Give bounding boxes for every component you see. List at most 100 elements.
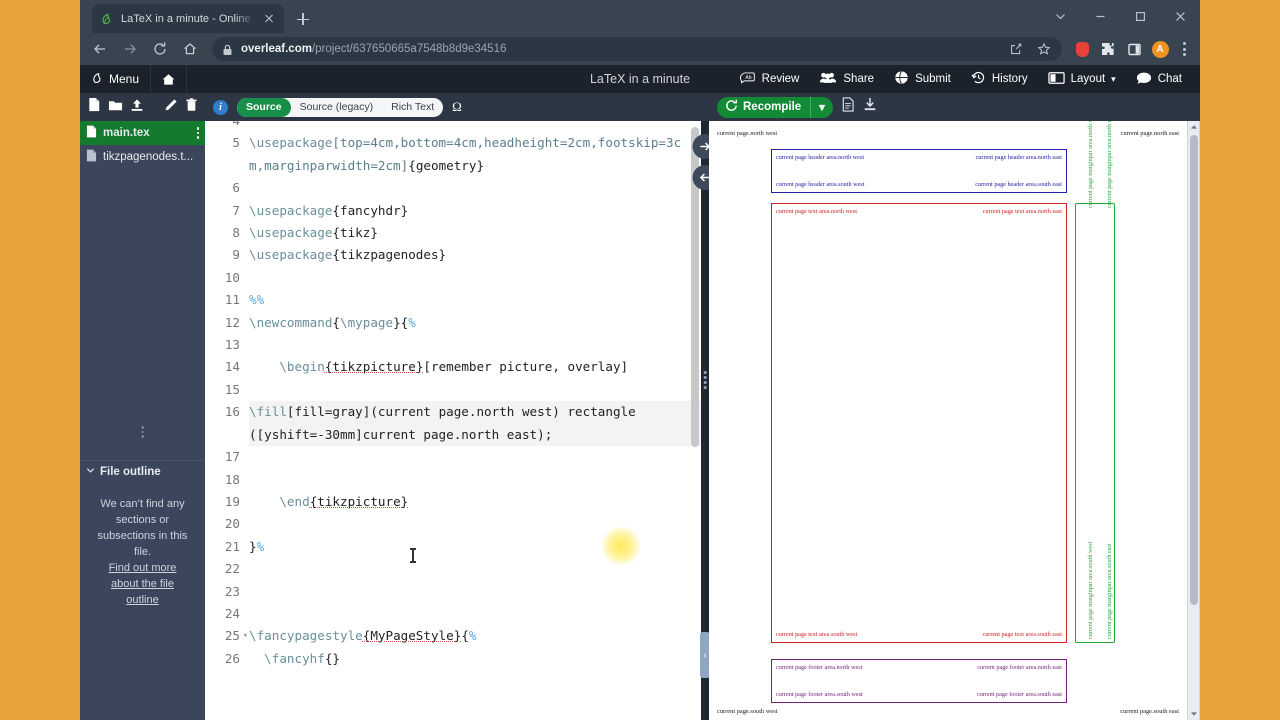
- forward-arrow-icon[interactable]: [116, 35, 144, 63]
- scroll-up-icon[interactable]: [1188, 121, 1200, 133]
- home-icon[interactable]: [176, 35, 204, 63]
- code-line[interactable]: 20: [205, 513, 701, 536]
- code-line[interactable]: 15: [205, 378, 701, 402]
- line-number: 17: [205, 446, 249, 469]
- address-bar[interactable]: overleaf.com/project/637650665a7548b8d9e…: [212, 37, 1062, 61]
- code-line[interactable]: 5 \usepackage[top=4cm,bottom=4cm,headheig…: [205, 132, 701, 178]
- pdf-label-header-se: current page header area.south east: [975, 181, 1062, 188]
- code-line[interactable]: 11%%: [205, 289, 701, 312]
- layout-button[interactable]: Layout ▾: [1038, 65, 1126, 93]
- code-line[interactable]: 12 \newcommand{\mypage}{%: [205, 311, 701, 335]
- rename-pencil-icon[interactable]: [164, 98, 178, 117]
- recompile-options-caret[interactable]: ▾: [810, 96, 833, 118]
- code-line[interactable]: 13: [205, 334, 701, 357]
- code-line[interactable]: 17: [205, 446, 701, 469]
- kebab-menu-icon[interactable]: [196, 127, 199, 139]
- star-icon[interactable]: [1032, 37, 1056, 61]
- code-line[interactable]: 10: [205, 266, 701, 290]
- reload-icon[interactable]: [146, 35, 174, 63]
- tab-rich-text[interactable]: Rich Text: [382, 98, 443, 117]
- chevron-down-icon[interactable]: [1040, 0, 1080, 33]
- avatar[interactable]: A: [1148, 37, 1172, 61]
- code-line[interactable]: 9 \usepackage{tikzpagenodes}: [205, 244, 701, 267]
- code-line[interactable]: 14 \begin{tikzpicture}[remember picture,…: [205, 356, 701, 379]
- code-line[interactable]: 8 \usepackage{tikz}: [205, 222, 701, 245]
- line-number: 13: [205, 334, 249, 357]
- new-tab-button[interactable]: [292, 8, 314, 30]
- code-line-text: [249, 446, 701, 468]
- minimize-icon[interactable]: [1080, 0, 1120, 33]
- fold-toggle-icon[interactable]: ▾: [243, 625, 248, 647]
- history-button[interactable]: History: [961, 65, 1038, 93]
- recompile-main[interactable]: Recompile: [717, 97, 810, 118]
- kebab-menu-icon[interactable]: [1174, 42, 1194, 56]
- code-line[interactable]: 23: [205, 580, 701, 603]
- file-tree-item-main-tex[interactable]: main.tex: [80, 121, 205, 145]
- review-button[interactable]: Ab Review: [729, 65, 810, 93]
- code-line[interactable]: 16 \fill[fill=gray](current page.north we…: [205, 401, 701, 447]
- code-line-text: [249, 334, 701, 356]
- overleaf-menu-button[interactable]: Menu: [80, 65, 152, 93]
- recompile-refresh-icon: [725, 99, 738, 115]
- share-button[interactable]: Share: [809, 65, 884, 93]
- new-folder-icon[interactable]: [108, 98, 123, 117]
- close-icon[interactable]: [262, 12, 276, 26]
- pane-divider[interactable]: ›: [692, 121, 718, 720]
- pdf-scrollbar-thumb[interactable]: [1190, 135, 1198, 605]
- symbol-palette-icon[interactable]: Ω: [452, 99, 462, 115]
- code-line[interactable]: 25 ▾ \fancypagestyle{MyPageStyle}{%: [205, 625, 701, 648]
- share-label: Share: [843, 73, 875, 85]
- share-icon[interactable]: [1004, 37, 1028, 61]
- drag-grip-icon[interactable]: [141, 426, 144, 438]
- home-icon[interactable]: [151, 65, 188, 93]
- pdf-label-footer-ne: current page footer area.north east: [977, 664, 1062, 671]
- code-line-text: [249, 177, 701, 199]
- code-editor[interactable]: 4 5\usepackage[top=4cm,bottom=4cm,headhe…: [205, 121, 701, 720]
- download-pdf-icon[interactable]: [863, 97, 877, 117]
- code-line[interactable]: 6: [205, 177, 701, 200]
- file-outline-link[interactable]: Find out more about the file outline: [96, 560, 189, 608]
- recompile-button[interactable]: Recompile ▾: [717, 96, 833, 118]
- upload-icon[interactable]: [130, 98, 144, 117]
- code-line[interactable]: 18: [205, 468, 701, 491]
- pdf-preview-panel[interactable]: current page.north west current page.nor…: [709, 121, 1200, 720]
- drag-grip-icon[interactable]: [703, 371, 707, 389]
- maximize-icon[interactable]: [1120, 0, 1160, 33]
- new-file-icon[interactable]: [87, 97, 101, 117]
- code-line[interactable]: 4: [205, 121, 701, 133]
- code-line[interactable]: 7 \usepackage{fancyhdr}: [205, 199, 701, 223]
- overleaf-secondary-toolbar: i Source Source (legacy) Rich Text Ω Rec…: [80, 93, 1200, 121]
- overleaf-logo-icon: [91, 71, 104, 88]
- chat-button[interactable]: Chat: [1126, 65, 1192, 93]
- line-number: 22: [205, 558, 249, 581]
- delete-trash-icon[interactable]: [185, 97, 198, 117]
- code-line[interactable]: 26 \fancyhf{}: [205, 647, 701, 671]
- pdf-scrollbar[interactable]: [1187, 121, 1199, 720]
- code-line[interactable]: 22: [205, 558, 701, 581]
- submit-button[interactable]: Submit: [884, 65, 961, 93]
- adblock-extension-icon[interactable]: [1070, 37, 1094, 61]
- line-number: 9: [205, 244, 249, 267]
- back-arrow-icon[interactable]: [86, 35, 114, 63]
- code-content[interactable]: 4 5\usepackage[top=4cm,bottom=4cm,headhe…: [205, 121, 701, 720]
- code-line[interactable]: 24: [205, 602, 701, 626]
- info-icon[interactable]: i: [213, 99, 228, 115]
- tab-source-legacy[interactable]: Source (legacy): [291, 98, 383, 117]
- code-line[interactable]: 19 \end{tikzpicture}: [205, 490, 701, 514]
- scroll-down-icon[interactable]: [1188, 708, 1200, 720]
- browser-tab[interactable]: LaTeX in a minute - Online LaTeX: [92, 4, 284, 33]
- code-line[interactable]: 21}%: [205, 535, 701, 559]
- sidepanel-icon[interactable]: [1122, 37, 1146, 61]
- file-logs-icon[interactable]: [841, 97, 855, 117]
- tab-source[interactable]: Source: [237, 97, 291, 117]
- code-line-text: %%: [249, 292, 265, 308]
- editor-mode-switcher: Source Source (legacy) Rich Text: [237, 97, 444, 117]
- review-icon: Ab: [739, 71, 756, 87]
- puzzle-extension-icon[interactable]: [1096, 37, 1120, 61]
- close-icon[interactable]: [1160, 0, 1200, 33]
- file-tree-item-tikzpagenodes[interactable]: tikzpagenodes.t...: [80, 145, 205, 169]
- file-outline-header[interactable]: File outline: [80, 460, 205, 482]
- pdf-label-page-north-east: current page.north east: [1120, 130, 1179, 137]
- file-outline-title: File outline: [100, 465, 161, 478]
- pdf-box-footer-area: current page footer area.north west curr…: [771, 659, 1067, 703]
